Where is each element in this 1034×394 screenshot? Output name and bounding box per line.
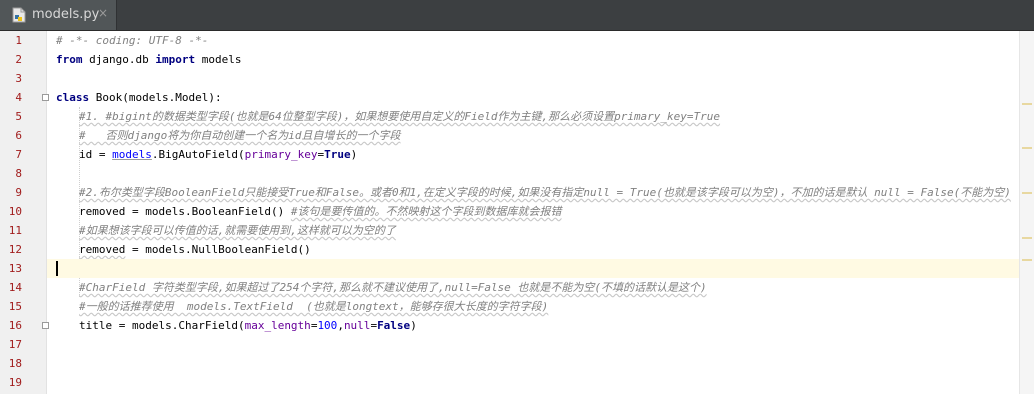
comment: #一般的话推荐使用 models.TextField (也就是longtext，…: [79, 300, 549, 313]
comment: #1. #bigint的数据类型字段(也就是64位整型字段)，如果想要使用自定义…: [79, 110, 721, 123]
close-tab-icon[interactable]: ×: [98, 6, 108, 20]
line-number: 5: [15, 110, 22, 123]
editor-scrollbar[interactable]: [1019, 31, 1034, 394]
line-number: 11: [8, 224, 22, 237]
line-number: 6: [15, 129, 22, 142]
line-number: 10: [8, 205, 22, 218]
warning-stripe[interactable]: [1022, 259, 1032, 261]
code-line-2: from django.db import models: [47, 50, 1020, 69]
code-text: models: [112, 148, 152, 161]
python-file-icon: [12, 7, 26, 23]
comment: #该句是要传值的。不然映射这个字段到数据库就会报错: [290, 205, 562, 218]
tab-models-py[interactable]: models.py ×: [0, 0, 117, 30]
keyword: class: [56, 91, 90, 104]
line-number: 1: [15, 34, 22, 47]
tab-title: models.py: [32, 7, 100, 22]
code-text: = models.NullBooleanField(): [125, 243, 311, 256]
keyword: import: [155, 53, 196, 66]
comment: #如果想该字段可以传值的话,就需要使用到,这样就可以为空的了: [79, 224, 396, 237]
code-text: primary_key: [244, 148, 318, 161]
line-number: 3: [15, 72, 22, 85]
code-line-15: #一般的话推荐使用 models.TextField (也就是longtext，…: [47, 297, 1020, 316]
warning-stripe[interactable]: [1022, 192, 1032, 194]
line-number: 15: [8, 300, 22, 313]
line-number: 8: [15, 167, 22, 180]
line-number: 18: [8, 357, 22, 370]
comment: # 否则django将为你自动创建一个名为id且自增长的一个字段: [79, 129, 401, 142]
line-number: 16: [8, 319, 22, 332]
code-line-7: id = models.BigAutoField(primary_key=Tru…: [47, 145, 1020, 164]
line-number: 17: [8, 338, 22, 351]
warning-stripe[interactable]: [1022, 237, 1032, 239]
code-text: id =: [79, 148, 113, 161]
code-line-13-current: [47, 259, 1020, 278]
line-number-gutter: 1 2 3 4 5 6 7 8 9 10 11 12 13 14 15 16 1…: [0, 31, 49, 394]
keyword: True: [324, 148, 351, 161]
code-text: title = models.CharField(: [79, 319, 245, 332]
code-text: ): [350, 148, 358, 161]
code-text: django.db: [82, 53, 156, 66]
text-caret: [56, 261, 58, 276]
code-line-1: # -*- coding: UTF-8 -*-: [47, 31, 1020, 50]
code-text: Book(models.Model):: [89, 91, 222, 104]
line-number: 7: [15, 148, 22, 161]
comment: #CharField 字符类型字段,如果超过了254个字符,那么就不建议使用了,…: [79, 281, 707, 294]
code-line-16: title = models.CharField(max_length=100,…: [47, 316, 1020, 335]
line-number: 12: [8, 243, 22, 256]
comment: #2.布尔类型字段BooleanField只能接受True和False。或者0和…: [79, 186, 1011, 199]
code-text: models: [195, 53, 242, 66]
code-text: max_length: [244, 319, 311, 332]
comment: # -*- coding: UTF-8 -*-: [56, 34, 209, 47]
code-line-5: #1. #bigint的数据类型字段(也就是64位整型字段)，如果想要使用自定义…: [47, 107, 1020, 126]
code-line-14: #CharField 字符类型字段,如果超过了254个字符,那么就不建议使用了,…: [47, 278, 1020, 297]
code-text: ): [410, 319, 417, 332]
code-line-12: removed = models.NullBooleanField(): [47, 240, 1020, 259]
code-line-11: #如果想该字段可以传值的话,就需要使用到,这样就可以为空的了: [47, 221, 1020, 240]
code-line-6: # 否则django将为你自动创建一个名为id且自增长的一个字段: [47, 126, 1020, 145]
line-number: 4: [15, 91, 22, 104]
code-text: ,: [337, 319, 344, 332]
code-line-4: class Book(models.Model):: [47, 88, 1020, 107]
line-number: 14: [8, 281, 22, 294]
code-text: 100: [317, 319, 338, 332]
keyword: False: [377, 319, 411, 332]
code-line-10: removed = models.BooleanField() #该句是要传值的…: [47, 202, 1020, 221]
code-text: removed: [79, 243, 126, 256]
warning-stripe[interactable]: [1022, 103, 1032, 105]
code-editor[interactable]: # -*- coding: UTF-8 -*- from django.db i…: [47, 31, 1020, 394]
line-number: 9: [15, 186, 22, 199]
line-number: 2: [15, 53, 22, 66]
code-text: removed = models.BooleanField(): [79, 205, 291, 218]
line-number: 13: [8, 262, 22, 275]
keyword: from: [56, 53, 83, 66]
code-text: null: [343, 319, 371, 332]
warning-stripe[interactable]: [1022, 147, 1032, 149]
code-text: .BigAutoField(: [151, 148, 245, 161]
editor-tab-bar: models.py ×: [0, 0, 1034, 31]
line-number: 19: [8, 376, 22, 389]
code-line-9: #2.布尔类型字段BooleanField只能接受True和False。或者0和…: [47, 183, 1020, 202]
